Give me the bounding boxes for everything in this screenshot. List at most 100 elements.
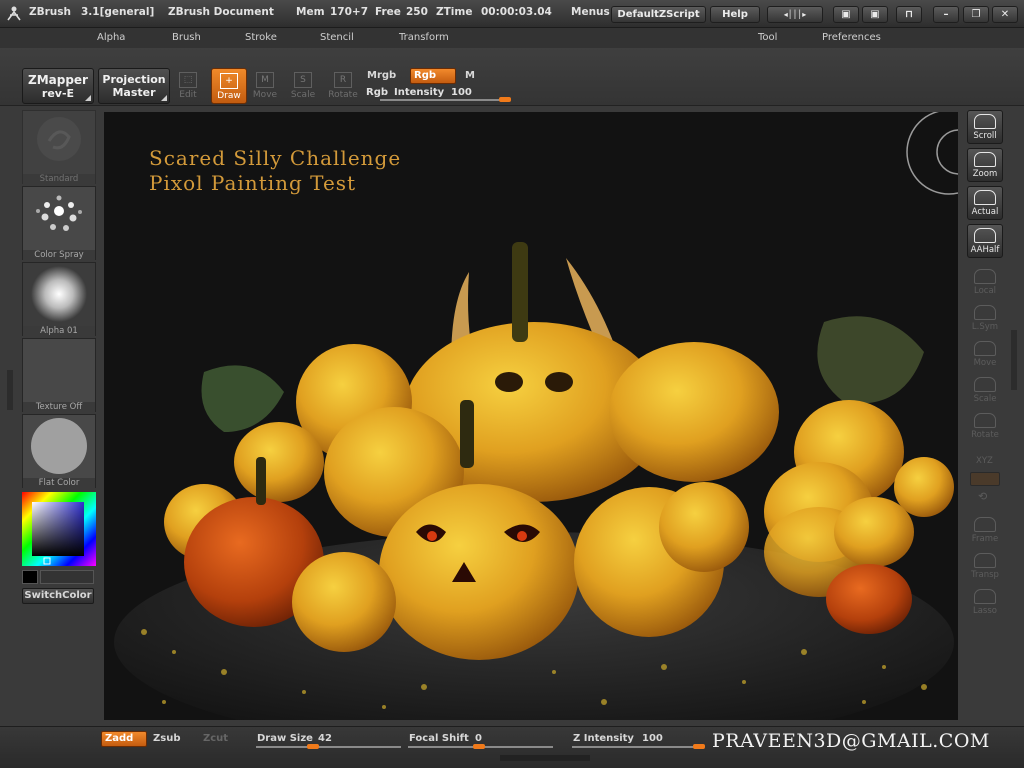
zbrush-logo-icon <box>7 6 21 21</box>
layout-2-button[interactable]: ▣ <box>862 6 888 23</box>
projection-master-button[interactable]: Projection Master <box>98 68 170 104</box>
edit-icon: ⬚ <box>179 72 197 88</box>
projection-label: Projection <box>102 73 166 86</box>
tray-arrows-button[interactable]: ◂│││▸ <box>767 6 823 23</box>
ztime-value: 00:00:03.04 <box>481 6 552 18</box>
zcut-button[interactable]: Zcut <box>203 733 228 744</box>
alpha-thumbnail[interactable]: Alpha 01 <box>22 262 96 336</box>
help-button[interactable]: Help <box>710 6 760 23</box>
document-canvas[interactable]: Scared Silly Challenge Pixol Painting Te… <box>104 112 958 720</box>
minimize-icon: – <box>943 9 949 20</box>
zoom-button[interactable]: Zoom <box>967 148 1003 182</box>
switch-color-button[interactable]: SwitchColor <box>22 588 94 604</box>
close-button[interactable]: ✕ <box>992 6 1018 23</box>
focal-shift-slider[interactable]: Focal Shift 0 <box>408 729 558 751</box>
scale-button[interactable]: S Scale <box>285 68 321 104</box>
scroll-button[interactable]: Scroll <box>967 110 1003 144</box>
rgb-intensity-label: Intensity <box>394 87 445 98</box>
magnifier-aahalf-icon <box>974 228 996 243</box>
left-tray-handle[interactable] <box>7 370 13 410</box>
draw-size-slider[interactable]: Draw Size 42 <box>256 729 406 751</box>
move-button[interactable]: M Move <box>247 68 283 104</box>
standard-brush-icon <box>37 117 81 161</box>
minimize-button[interactable]: – <box>933 6 959 23</box>
menu-brush[interactable]: Brush <box>172 32 201 43</box>
mem-value: 170+7 <box>330 6 369 18</box>
frame-cube-icon <box>974 517 996 532</box>
app-name: ZBrush <box>29 6 71 18</box>
local-icon <box>974 269 996 284</box>
menu-stroke[interactable]: Stroke <box>245 32 277 43</box>
rotate-icon: R <box>334 72 352 88</box>
lock-button[interactable]: ⊓ <box>896 6 922 23</box>
layout-1-button[interactable]: ▣ <box>833 6 859 23</box>
focal-shift-label: Focal Shift <box>409 733 469 744</box>
draw-size-label: Draw Size <box>257 733 313 744</box>
lsym-label: L.Sym <box>971 322 999 332</box>
m-button[interactable]: M <box>465 70 475 81</box>
transp-icon <box>974 553 996 568</box>
frame-button[interactable]: Frame <box>967 514 1003 548</box>
focal-shift-knob[interactable] <box>473 744 485 749</box>
menu-stencil[interactable]: Stencil <box>320 32 354 43</box>
rgb-intensity-knob[interactable] <box>499 97 511 102</box>
draw-button[interactable]: + Draw <box>211 68 247 104</box>
rgb-intensity-track <box>380 99 510 101</box>
move-view-button[interactable]: Move <box>967 338 1003 372</box>
stroke-thumbnail[interactable]: Color Spray <box>22 186 96 260</box>
scale-view-button[interactable]: Scale <box>967 374 1003 408</box>
draw-size-track <box>256 746 401 748</box>
mrgb-button[interactable]: Mrgb <box>367 70 396 81</box>
scale-label: Scale <box>290 90 316 100</box>
rotation-axis-toggle[interactable] <box>970 472 1000 486</box>
zadd-button[interactable]: Zadd <box>101 731 147 747</box>
z-intensity-slider[interactable]: Z Intensity 100 <box>572 729 708 751</box>
brush-thumbnail[interactable]: Standard <box>22 110 96 184</box>
draw-icon: + <box>220 73 238 89</box>
draw-size-knob[interactable] <box>307 744 319 749</box>
corner-arrow-icon <box>161 95 167 101</box>
aahalf-label: AAHalf <box>970 245 1000 255</box>
local-button[interactable]: Local <box>967 266 1003 300</box>
menu-transform[interactable]: Transform <box>399 32 449 43</box>
document-name: ZBrush Document <box>168 6 274 18</box>
xyz-button[interactable]: XYZ <box>976 456 993 466</box>
rotate-button[interactable]: R Rotate <box>325 68 361 104</box>
maximize-button[interactable]: ❐ <box>963 6 989 23</box>
transp-button[interactable]: Transp <box>967 550 1003 584</box>
brush-label: Standard <box>23 174 95 184</box>
secondary-color-swatch[interactable] <box>40 570 94 584</box>
z-intensity-knob[interactable] <box>693 744 705 749</box>
texture-thumbnail[interactable]: Texture Off <box>22 338 96 412</box>
move-view-label: Move <box>973 358 997 368</box>
rotate-view-button[interactable]: Rotate <box>967 410 1003 444</box>
default-zscript-button[interactable]: DefaultZScript <box>611 6 706 23</box>
rgb-button[interactable]: Rgb <box>410 68 456 84</box>
menu-preferences[interactable]: Preferences <box>822 32 881 43</box>
z-intensity-track <box>572 746 702 748</box>
material-thumbnail[interactable]: Flat Color <box>22 414 96 488</box>
aahalf-button[interactable]: AAHalf <box>967 224 1003 258</box>
transp-label: Transp <box>971 570 999 580</box>
actual-button[interactable]: Actual <box>967 186 1003 220</box>
color-picker[interactable] <box>22 492 96 566</box>
bottom-tray-handle[interactable] <box>500 755 590 761</box>
rgb-intensity-slider[interactable]: Rgb Intensity 100 <box>365 86 515 104</box>
zmapper-button[interactable]: ZMapper rev-E <box>22 68 94 104</box>
edit-button[interactable]: ⬚ Edit <box>170 68 206 104</box>
lasso-button[interactable]: Lasso <box>967 586 1003 620</box>
title-bar: ZBrush 3.1[general] ZBrush Document Mem … <box>0 0 1024 28</box>
tray-arrows-icon: ◂│││▸ <box>783 10 807 19</box>
lsym-button[interactable]: L.Sym <box>967 302 1003 336</box>
canvas-title-line-2: Pixol Painting Test <box>149 171 357 195</box>
z-intensity-label: Z Intensity <box>573 733 634 744</box>
right-tray-handle[interactable] <box>1011 330 1017 390</box>
zoom-label: Zoom <box>972 169 998 179</box>
main-color-swatch[interactable] <box>22 570 38 584</box>
menu-tool[interactable]: Tool <box>758 32 777 43</box>
menus-toggle[interactable]: Menus <box>571 6 610 18</box>
bottom-shelf: Zadd Zsub Zcut Draw Size 42 Focal Shift … <box>0 726 1024 768</box>
zsub-button[interactable]: Zsub <box>153 733 180 744</box>
menu-alpha[interactable]: Alpha <box>97 32 125 43</box>
move-view-icon <box>974 341 996 356</box>
